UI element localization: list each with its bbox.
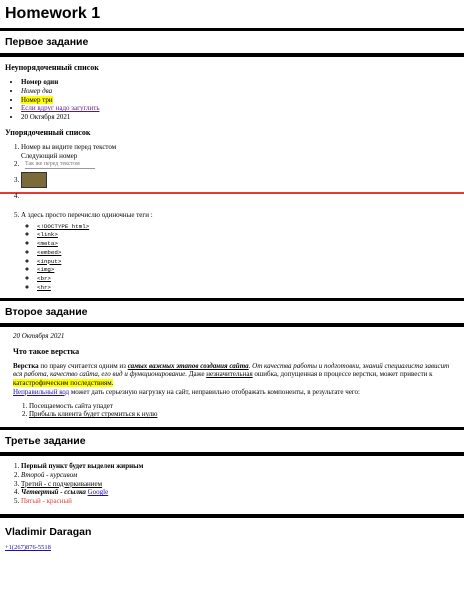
page: Homework 1 Первое задание Неупорядоченны… [0, 4, 464, 552]
list-item: Второй - курсивом [21, 471, 459, 480]
divider [0, 513, 464, 518]
list-item: Первый пункт будет выделен жирным [21, 462, 459, 471]
ordered-heading: Упорядоченный список [5, 127, 91, 137]
list-item: <input> [37, 257, 459, 266]
list-item: <meta> [37, 239, 459, 248]
tags-list: <!DOCTYPE html> <link> <meta> <embed> <i… [21, 222, 459, 292]
list-item: 20 Октября 2021 [21, 113, 459, 122]
section-title-first: Первое задание [5, 36, 89, 48]
list-item: Прибыль клиента будет стремиться к нулю [29, 410, 459, 419]
ordered-list: Номер вы видите перед текстом Следующий … [0, 143, 464, 292]
list-item: Пятый - красный [21, 497, 459, 506]
list-item: <hr> [37, 283, 459, 292]
google-link[interactable]: Google [88, 488, 109, 496]
horizontal-rule [0, 192, 464, 195]
wrong-code-link[interactable]: Неправильный код [13, 388, 69, 396]
list-item: <embed> [37, 248, 459, 257]
divider [0, 322, 464, 327]
second-subheading: Что такое верстка [13, 346, 80, 356]
list-item: Номер вы видите перед текстом Следующий … [21, 143, 459, 161]
phone-link[interactable]: +1(267)876-5518 [5, 544, 51, 551]
list-item: Если вдруг надо загуглить [21, 104, 459, 113]
text-input[interactable]: Так же перед текстом [25, 161, 95, 169]
list-item [0, 192, 464, 201]
list-item: Номер один [21, 78, 459, 87]
list-item: Четвертый - ссылка Google [21, 488, 459, 497]
paragraph: Верстка по праву считается одним из самы… [13, 361, 450, 396]
author-name: Vladimir Daragan [5, 525, 92, 538]
google-link[interactable]: Если вдруг надо загуглить [21, 104, 100, 112]
list-item: Посещаемость сайта упадет [29, 402, 459, 411]
results-list: Посещаемость сайта упадет Прибыль клиент… [13, 402, 459, 420]
list-item: <img> [37, 265, 459, 274]
divider [0, 297, 464, 301]
list-item: Номер два [21, 87, 459, 96]
section-title-third: Третье задание [5, 435, 86, 447]
date-text: 20 Октября 2021 [13, 331, 65, 340]
list-item [21, 172, 459, 189]
unordered-list: Номер один Номер два Номер три Если вдру… [5, 78, 459, 122]
divider [0, 427, 464, 430]
list-item: <!DOCTYPE html> [37, 222, 459, 231]
list-item: А здесь просто перечислю одиночные теги … [21, 211, 459, 292]
list-item: <link> [37, 230, 459, 239]
list-item: Так же перед текстом [21, 160, 459, 169]
page-title: Homework 1 [5, 5, 101, 22]
divider [0, 28, 464, 31]
list-item: Номер три [21, 95, 459, 105]
divider [0, 53, 464, 58]
unordered-heading: Неупорядоченный список [5, 63, 99, 73]
divider [0, 452, 464, 457]
list-item: <br> [37, 274, 459, 283]
third-list: Первый пункт будет выделен жирным Второй… [5, 462, 459, 506]
list-item: Третий - с подчеркиванием [21, 480, 459, 489]
section-title-second: Второе задание [5, 305, 88, 318]
image-icon [21, 172, 47, 189]
